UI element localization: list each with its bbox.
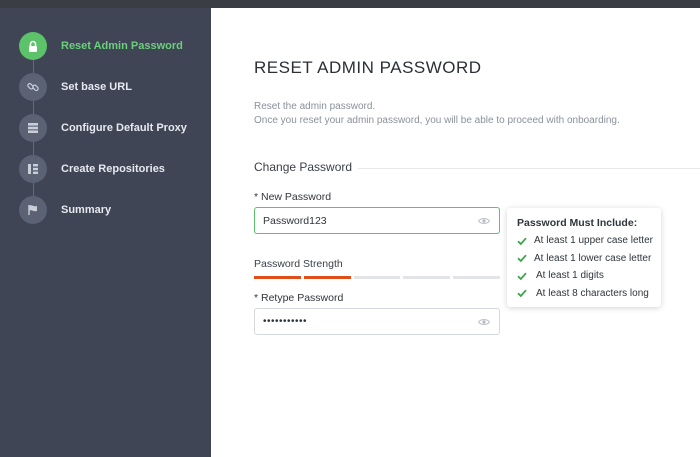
server-icon [19,114,47,142]
strength-segment [303,276,351,279]
requirement-item: At least 1 digits [517,267,651,285]
check-icon [517,271,529,281]
strength-segment [453,276,500,279]
eye-icon[interactable] [477,315,491,329]
step-summary[interactable]: Summary [19,196,209,224]
new-password-value: Password123 [263,214,327,227]
check-icon [517,288,529,298]
requirement-item: At least 1 lower case letter [517,250,651,268]
requirement-text: At least 1 upper case letter [534,235,653,247]
lock-icon [19,32,47,60]
page-title: RESET ADMIN PASSWORD [254,58,482,77]
password-requirements-popover: Password Must Include: At least 1 upper … [507,208,661,307]
strength-segment [403,276,451,279]
step-set-base-url[interactable]: Set base URL [19,73,209,101]
retype-password-label: * Retype Password [254,292,344,304]
step-label: Reset Admin Password [61,40,183,52]
password-strength-label: Password Strength [254,258,343,270]
requirements-list: At least 1 upper case letter At least 1 l… [517,232,653,303]
requirement-text: At least 8 characters long [536,287,649,299]
strength-segment [353,276,401,279]
step-reset-admin-password[interactable]: Reset Admin Password [19,32,209,60]
link-icon [19,73,47,101]
step-label: Configure Default Proxy [61,122,187,134]
new-password-input[interactable]: Password123 [254,207,500,234]
flag-icon [19,196,47,224]
top-bar [0,0,700,8]
section-divider [358,168,700,169]
password-strength-meter [254,276,500,279]
step-label: Set base URL [61,81,132,93]
retype-password-value: ••••••••••• [263,316,308,327]
section-title: Change Password [254,160,353,174]
popover-title: Password Must Include: [517,217,638,229]
requirement-text: At least 1 lower case letter [534,252,652,264]
requirement-text: At least 1 digits [536,270,604,282]
requirement-item: At least 8 characters long [517,285,651,303]
onboarding-sidebar: Reset Admin Password Set base URL Config… [0,8,211,457]
requirement-item: At least 1 upper case letter [517,232,653,250]
step-configure-default-proxy[interactable]: Configure Default Proxy [19,114,209,142]
step-create-repositories[interactable]: Create Repositories [19,155,209,183]
page-description-detail: Once you reset your admin password, you … [254,115,620,126]
new-password-label: * New Password [254,191,332,203]
strength-segment [254,276,301,279]
page-description: Reset the admin password. [254,101,376,112]
step-label: Summary [61,204,112,216]
check-icon [517,236,527,246]
retype-password-input[interactable]: ••••••••••• [254,308,500,335]
check-icon [517,253,527,263]
eye-icon[interactable] [477,214,491,228]
step-label: Create Repositories [61,163,165,175]
repository-tree-icon [19,155,47,183]
